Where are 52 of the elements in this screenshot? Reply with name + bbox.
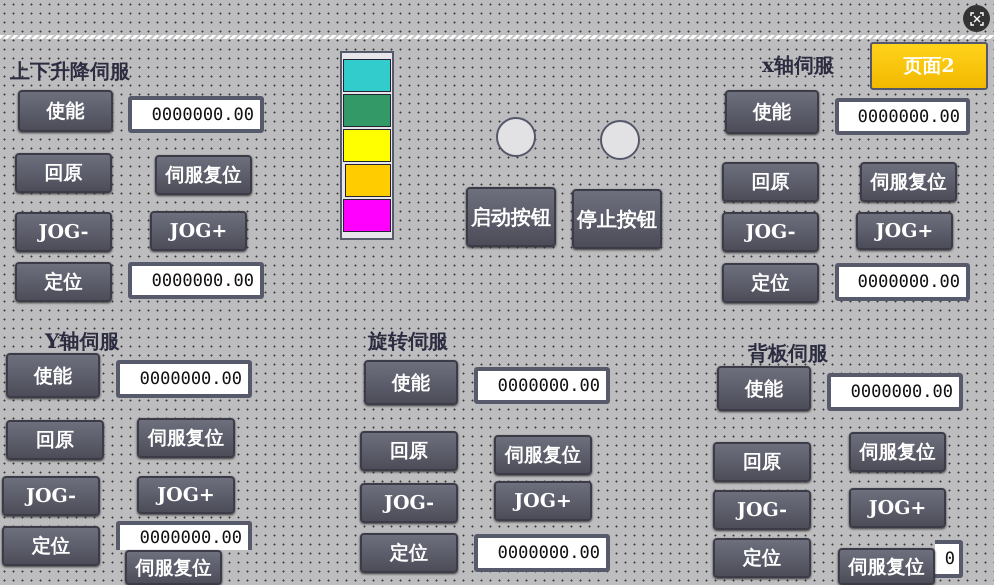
hmi-button[interactable]: 回原 <box>713 442 811 482</box>
section-title: Y轴伺服 <box>45 328 120 355</box>
numeric-input-field[interactable]: 0000000.00 <box>128 262 264 299</box>
numeric-input-field[interactable]: 0000000.00 <box>128 96 264 133</box>
section-title: 上下升降伺服 <box>10 58 130 85</box>
lamp-icon <box>599 119 641 161</box>
hmi-button[interactable]: JOG- <box>360 483 458 523</box>
hmi-button[interactable]: JOG- <box>722 212 819 252</box>
hmi-button[interactable]: JOG+ <box>137 476 235 514</box>
section-title: 背板伺服 <box>748 340 828 367</box>
hmi-button[interactable]: 使能 <box>6 353 100 398</box>
hmi-button[interactable]: JOG+ <box>150 211 247 251</box>
hmi-button[interactable]: 使能 <box>364 360 458 405</box>
hmi-button[interactable]: 伺服复位 <box>838 548 935 585</box>
hmi-button[interactable]: JOG+ <box>494 481 592 521</box>
numeric-input-field[interactable]: 0000000.00 <box>474 534 610 572</box>
hmi-button[interactable]: JOG+ <box>856 212 953 250</box>
hmi-button[interactable]: 定位 <box>713 538 811 578</box>
section-title: x轴伺服 <box>762 52 834 79</box>
hmi-button[interactable]: 启动按钮 <box>466 187 556 247</box>
hmi-button[interactable]: 回原 <box>15 153 112 193</box>
hmi-button[interactable]: 定位 <box>722 263 819 303</box>
hmi-button[interactable]: 回原 <box>360 431 458 471</box>
hmi-button[interactable]: 回原 <box>6 420 104 460</box>
numeric-input-field[interactable]: 0000000.00 <box>474 367 610 404</box>
hmi-button[interactable]: 定位 <box>360 533 458 573</box>
hmi-button[interactable]: JOG- <box>2 476 100 516</box>
numeric-input-field[interactable]: 0000000.00 <box>827 373 963 411</box>
hmi-button[interactable]: 使能 <box>725 90 819 134</box>
hmi-button[interactable]: 伺服复位 <box>849 432 946 472</box>
numeric-input-field[interactable]: 0000000.00 <box>835 263 970 301</box>
hmi-button[interactable]: 定位 <box>2 526 100 566</box>
hmi-button[interactable]: JOG- <box>713 490 811 530</box>
section-title: 旋转伺服 <box>368 328 448 355</box>
hmi-button[interactable]: 伺服复位 <box>137 418 235 458</box>
numeric-input-field[interactable]: 0000000.00 <box>835 98 970 135</box>
hmi-button[interactable]: JOG- <box>15 212 112 252</box>
hmi-button[interactable]: JOG+ <box>849 488 946 528</box>
hmi-button[interactable]: 伺服复位 <box>494 435 592 475</box>
numeric-input-field[interactable]: 0 <box>935 540 963 578</box>
hmi-button[interactable]: 回原 <box>722 162 819 202</box>
hmi-button[interactable]: 伺服复位 <box>860 162 957 202</box>
numeric-input-field[interactable]: 0000000.00 <box>116 360 252 398</box>
hmi-button[interactable]: 定位 <box>15 262 112 302</box>
expand-icon[interactable] <box>963 5 990 32</box>
lamp-icon <box>495 116 537 158</box>
hmi-button[interactable]: 伺服复位 <box>125 550 222 585</box>
hmi-button[interactable]: 使能 <box>717 366 811 411</box>
numeric-input-field[interactable]: 0000000.00 <box>116 521 252 550</box>
hmi-button[interactable]: 伺服复位 <box>155 155 252 195</box>
hmi-button[interactable]: 停止按钮 <box>572 189 662 249</box>
hmi-button[interactable]: 使能 <box>18 90 113 132</box>
